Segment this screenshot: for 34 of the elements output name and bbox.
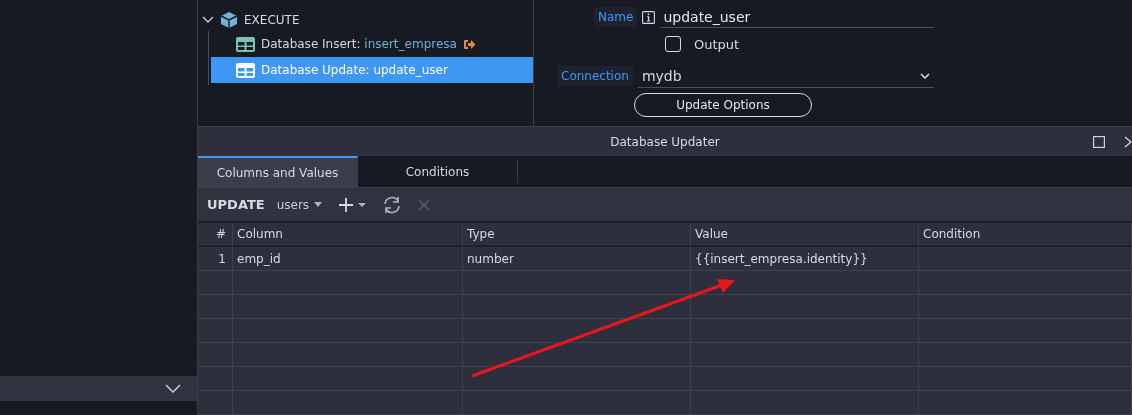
table-cell: 1 — [198, 247, 233, 271]
column-header[interactable]: Type — [463, 223, 691, 247]
add-icon[interactable] — [338, 196, 367, 213]
column-header[interactable]: Value — [691, 223, 919, 247]
table-cell: emp_id — [233, 247, 463, 271]
column-header[interactable]: Condition — [919, 223, 1132, 247]
caret-icon[interactable] — [919, 72, 930, 79]
info-icon[interactable] — [642, 10, 656, 24]
output-label: Output — [694, 36, 740, 52]
cube-icon — [220, 11, 238, 29]
refresh-icon[interactable] — [382, 194, 403, 215]
output-checkbox[interactable] — [665, 36, 681, 52]
chevron-down-icon — [165, 384, 181, 393]
table-selector[interactable]: users — [276, 197, 323, 212]
name-label: Name — [594, 7, 638, 27]
tab[interactable]: Columns and Values — [198, 156, 358, 187]
connection-label: Connection — [557, 66, 633, 86]
update-keyword: UPDATE — [207, 197, 265, 212]
name-field[interactable]: update_user — [660, 6, 935, 28]
tree-item[interactable]: Database Insert: insert_empresa — [211, 31, 533, 57]
caret-icon[interactable] — [314, 202, 323, 207]
column-header[interactable]: # — [198, 223, 233, 247]
table-icon — [236, 36, 255, 52]
column-header[interactable]: Column — [233, 223, 463, 247]
table-cell: {{insert_empresa.identity}} — [691, 247, 919, 271]
close-icon[interactable] — [1124, 136, 1132, 148]
connection-dropdown[interactable]: mydb — [637, 64, 934, 88]
table-cell: number — [463, 247, 691, 271]
group-label[interactable]: EXECUTE — [244, 13, 300, 27]
tab[interactable]: Conditions — [358, 160, 518, 183]
table-icon — [236, 62, 255, 78]
chevron-down-icon[interactable] — [202, 16, 214, 24]
panel-title: Database Updater — [610, 134, 720, 149]
maximize-icon[interactable] — [1093, 136, 1105, 148]
